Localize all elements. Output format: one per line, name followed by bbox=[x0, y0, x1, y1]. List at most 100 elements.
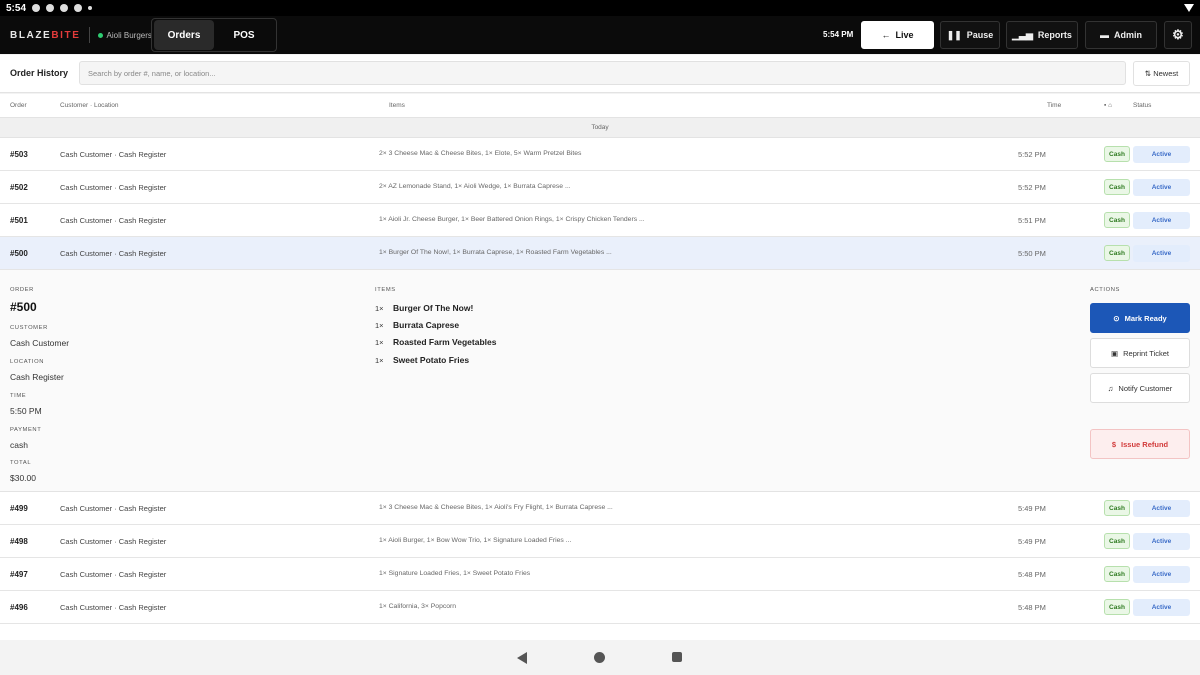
check-circle-icon: ⊙ bbox=[1113, 313, 1120, 323]
detail-item: 1× Sweet Potato Fries bbox=[375, 355, 470, 365]
admin-button[interactable]: ▬ Admin bbox=[1085, 21, 1157, 49]
page-title: Order History bbox=[10, 68, 69, 78]
settings-button[interactable]: ⚙ bbox=[1164, 21, 1192, 49]
detail-customer-label: CUSTOMER bbox=[10, 325, 48, 331]
header-order: Order bbox=[10, 102, 27, 109]
header-time: Time bbox=[1047, 102, 1062, 109]
brand-logo: BLAZEBITE bbox=[10, 29, 81, 41]
order-history-toolbar: Order History ⇅ Newest bbox=[0, 55, 1200, 93]
order-number: #499 bbox=[10, 504, 28, 513]
order-number: #496 bbox=[10, 603, 28, 612]
bar-chart-icon: ▁▃▅ bbox=[1012, 29, 1033, 40]
search-input[interactable] bbox=[79, 61, 1126, 85]
order-items: 1× 3 Cheese Mac & Cheese Bites, 1× Aioli… bbox=[379, 504, 613, 511]
gear-icon: ⚙ bbox=[1172, 27, 1184, 42]
payment-badge: Cash bbox=[1104, 245, 1130, 261]
table-header: Order Customer · Location Items Time ▪ ⌂… bbox=[0, 94, 1200, 118]
detail-order: #500 bbox=[10, 300, 37, 314]
mode-switch: Orders POS bbox=[151, 18, 277, 52]
payment-badge: Cash bbox=[1104, 500, 1130, 516]
table-row[interactable]: #498 Cash Customer · Cash Register 1× Aiol… bbox=[0, 525, 1200, 558]
table-row[interactable]: #503 Cash Customer · Cash Register 2× 3 Ch… bbox=[0, 138, 1200, 171]
table-row[interactable]: #501 Cash Customer · Cash Register 1× Aiol… bbox=[0, 204, 1200, 237]
sort-icon: ⇅ bbox=[1144, 69, 1152, 78]
order-number: #503 bbox=[10, 150, 28, 159]
detail-items-label: ITEMS bbox=[375, 287, 396, 293]
header-items: Items bbox=[389, 102, 405, 109]
status-badge[interactable]: Active bbox=[1133, 212, 1190, 229]
detail-item: 1× Burrata Caprese bbox=[375, 320, 460, 330]
live-button[interactable]: ← Live bbox=[861, 21, 934, 49]
header-customer: Customer · Location bbox=[60, 102, 119, 109]
issue-refund-button[interactable]: $ Issue Refund bbox=[1090, 429, 1190, 459]
status-time: 5:54 bbox=[6, 2, 27, 14]
detail-customer: Cash Customer bbox=[10, 338, 70, 348]
table-row[interactable]: #500 Cash Customer · Cash Register 1× Burg… bbox=[0, 237, 1200, 270]
order-time: 5:49 PM bbox=[1018, 504, 1046, 513]
tab-orders[interactable]: Orders bbox=[154, 20, 214, 50]
recents-icon[interactable] bbox=[672, 652, 682, 662]
table-row[interactable]: #497 Cash Customer · Cash Register 1× Sign… bbox=[0, 558, 1200, 591]
order-number: #497 bbox=[10, 570, 28, 579]
customer-location: Cash Customer · Cash Register bbox=[60, 537, 167, 546]
detail-payment: cash bbox=[10, 440, 28, 450]
payment-badge: Cash bbox=[1104, 566, 1130, 582]
home-icon[interactable] bbox=[594, 652, 605, 663]
status-badge[interactable]: Active bbox=[1133, 533, 1190, 550]
order-number: #498 bbox=[10, 537, 28, 546]
order-time: 5:52 PM bbox=[1018, 150, 1046, 159]
app-icon bbox=[60, 4, 69, 12]
online-dot-icon bbox=[97, 32, 103, 38]
order-items: 1× Aioli Burger, 1× Bow Wow Trio, 1× Sig… bbox=[379, 537, 572, 544]
header-status: Status bbox=[1133, 102, 1152, 109]
payment-badge: Cash bbox=[1104, 599, 1130, 615]
status-badge[interactable]: Active bbox=[1133, 500, 1190, 517]
customer-location: Cash Customer · Cash Register bbox=[60, 216, 167, 225]
order-items: 1× California, 3× Popcorn bbox=[379, 603, 457, 610]
notify-customer-button[interactable]: ♫ Notify Customer bbox=[1090, 373, 1190, 403]
header-print-icon: ▪ ⌂ bbox=[1104, 102, 1113, 109]
status-badge[interactable]: Active bbox=[1133, 599, 1190, 616]
order-time: 5:51 PM bbox=[1018, 216, 1046, 225]
tab-pos[interactable]: POS bbox=[214, 20, 274, 50]
status-badge[interactable]: Active bbox=[1133, 566, 1190, 583]
status-badge[interactable]: Active bbox=[1133, 245, 1190, 262]
detail-item: 1× Burger Of The Now! bbox=[375, 303, 474, 313]
shield-icon bbox=[46, 4, 55, 12]
arrow-left-icon: ← bbox=[881, 29, 891, 40]
customer-location: Cash Customer · Cash Register bbox=[60, 603, 167, 612]
sort-button[interactable]: ⇅ Newest bbox=[1133, 61, 1190, 86]
clock: 5:54 PM bbox=[823, 30, 854, 39]
refund-icon: $ bbox=[1111, 439, 1117, 449]
pause-button[interactable]: ❚❚ Pause bbox=[940, 21, 1000, 49]
order-time: 5:48 PM bbox=[1018, 570, 1046, 579]
status-badge[interactable]: Active bbox=[1133, 146, 1190, 163]
detail-order-label: ORDER bbox=[10, 287, 34, 293]
table-row[interactable]: #502 Cash Customer · Cash Register 2× AZ L… bbox=[0, 171, 1200, 204]
mark-ready-button[interactable]: ⊙ Mark Ready bbox=[1090, 303, 1190, 333]
status-badge[interactable]: Active bbox=[1133, 179, 1190, 196]
table-row[interactable]: #499 Cash Customer · Cash Register 1× 3 Ch… bbox=[0, 492, 1200, 525]
order-time: 5:52 PM bbox=[1018, 183, 1046, 192]
order-time: 5:50 PM bbox=[1018, 249, 1046, 258]
system-status-bar: 5:54 bbox=[0, 0, 1200, 16]
order-details-panel: ORDER #500 CUSTOMER Cash Customer LOCATI… bbox=[0, 270, 1200, 492]
order-number: #502 bbox=[10, 183, 28, 192]
detail-total-label: TOTAL bbox=[10, 460, 32, 466]
back-icon[interactable] bbox=[517, 652, 527, 664]
reprint-ticket-button[interactable]: ▣ Reprint Ticket bbox=[1090, 338, 1190, 368]
order-items: 1× Signature Loaded Fries, 1× Sweet Pota… bbox=[379, 570, 531, 577]
group-header-today: Today bbox=[0, 118, 1200, 138]
notification-icon bbox=[32, 4, 41, 12]
detail-total: $30.00 bbox=[10, 473, 36, 483]
venue-indicator: Aioli Burgers bbox=[97, 31, 152, 40]
system-nav-bar bbox=[0, 640, 1200, 675]
pause-icon: ❚❚ bbox=[946, 29, 962, 40]
table-row[interactable]: #496 Cash Customer · Cash Register 1× Cali… bbox=[0, 591, 1200, 624]
actions-label: ACTIONS bbox=[1090, 287, 1120, 293]
reports-button[interactable]: ▁▃▅ Reports bbox=[1006, 21, 1078, 49]
admin-icon: ▬ bbox=[1100, 29, 1109, 40]
detail-payment-label: PAYMENT bbox=[10, 427, 42, 433]
customer-location: Cash Customer · Cash Register bbox=[60, 570, 167, 579]
payment-badge: Cash bbox=[1104, 212, 1130, 228]
